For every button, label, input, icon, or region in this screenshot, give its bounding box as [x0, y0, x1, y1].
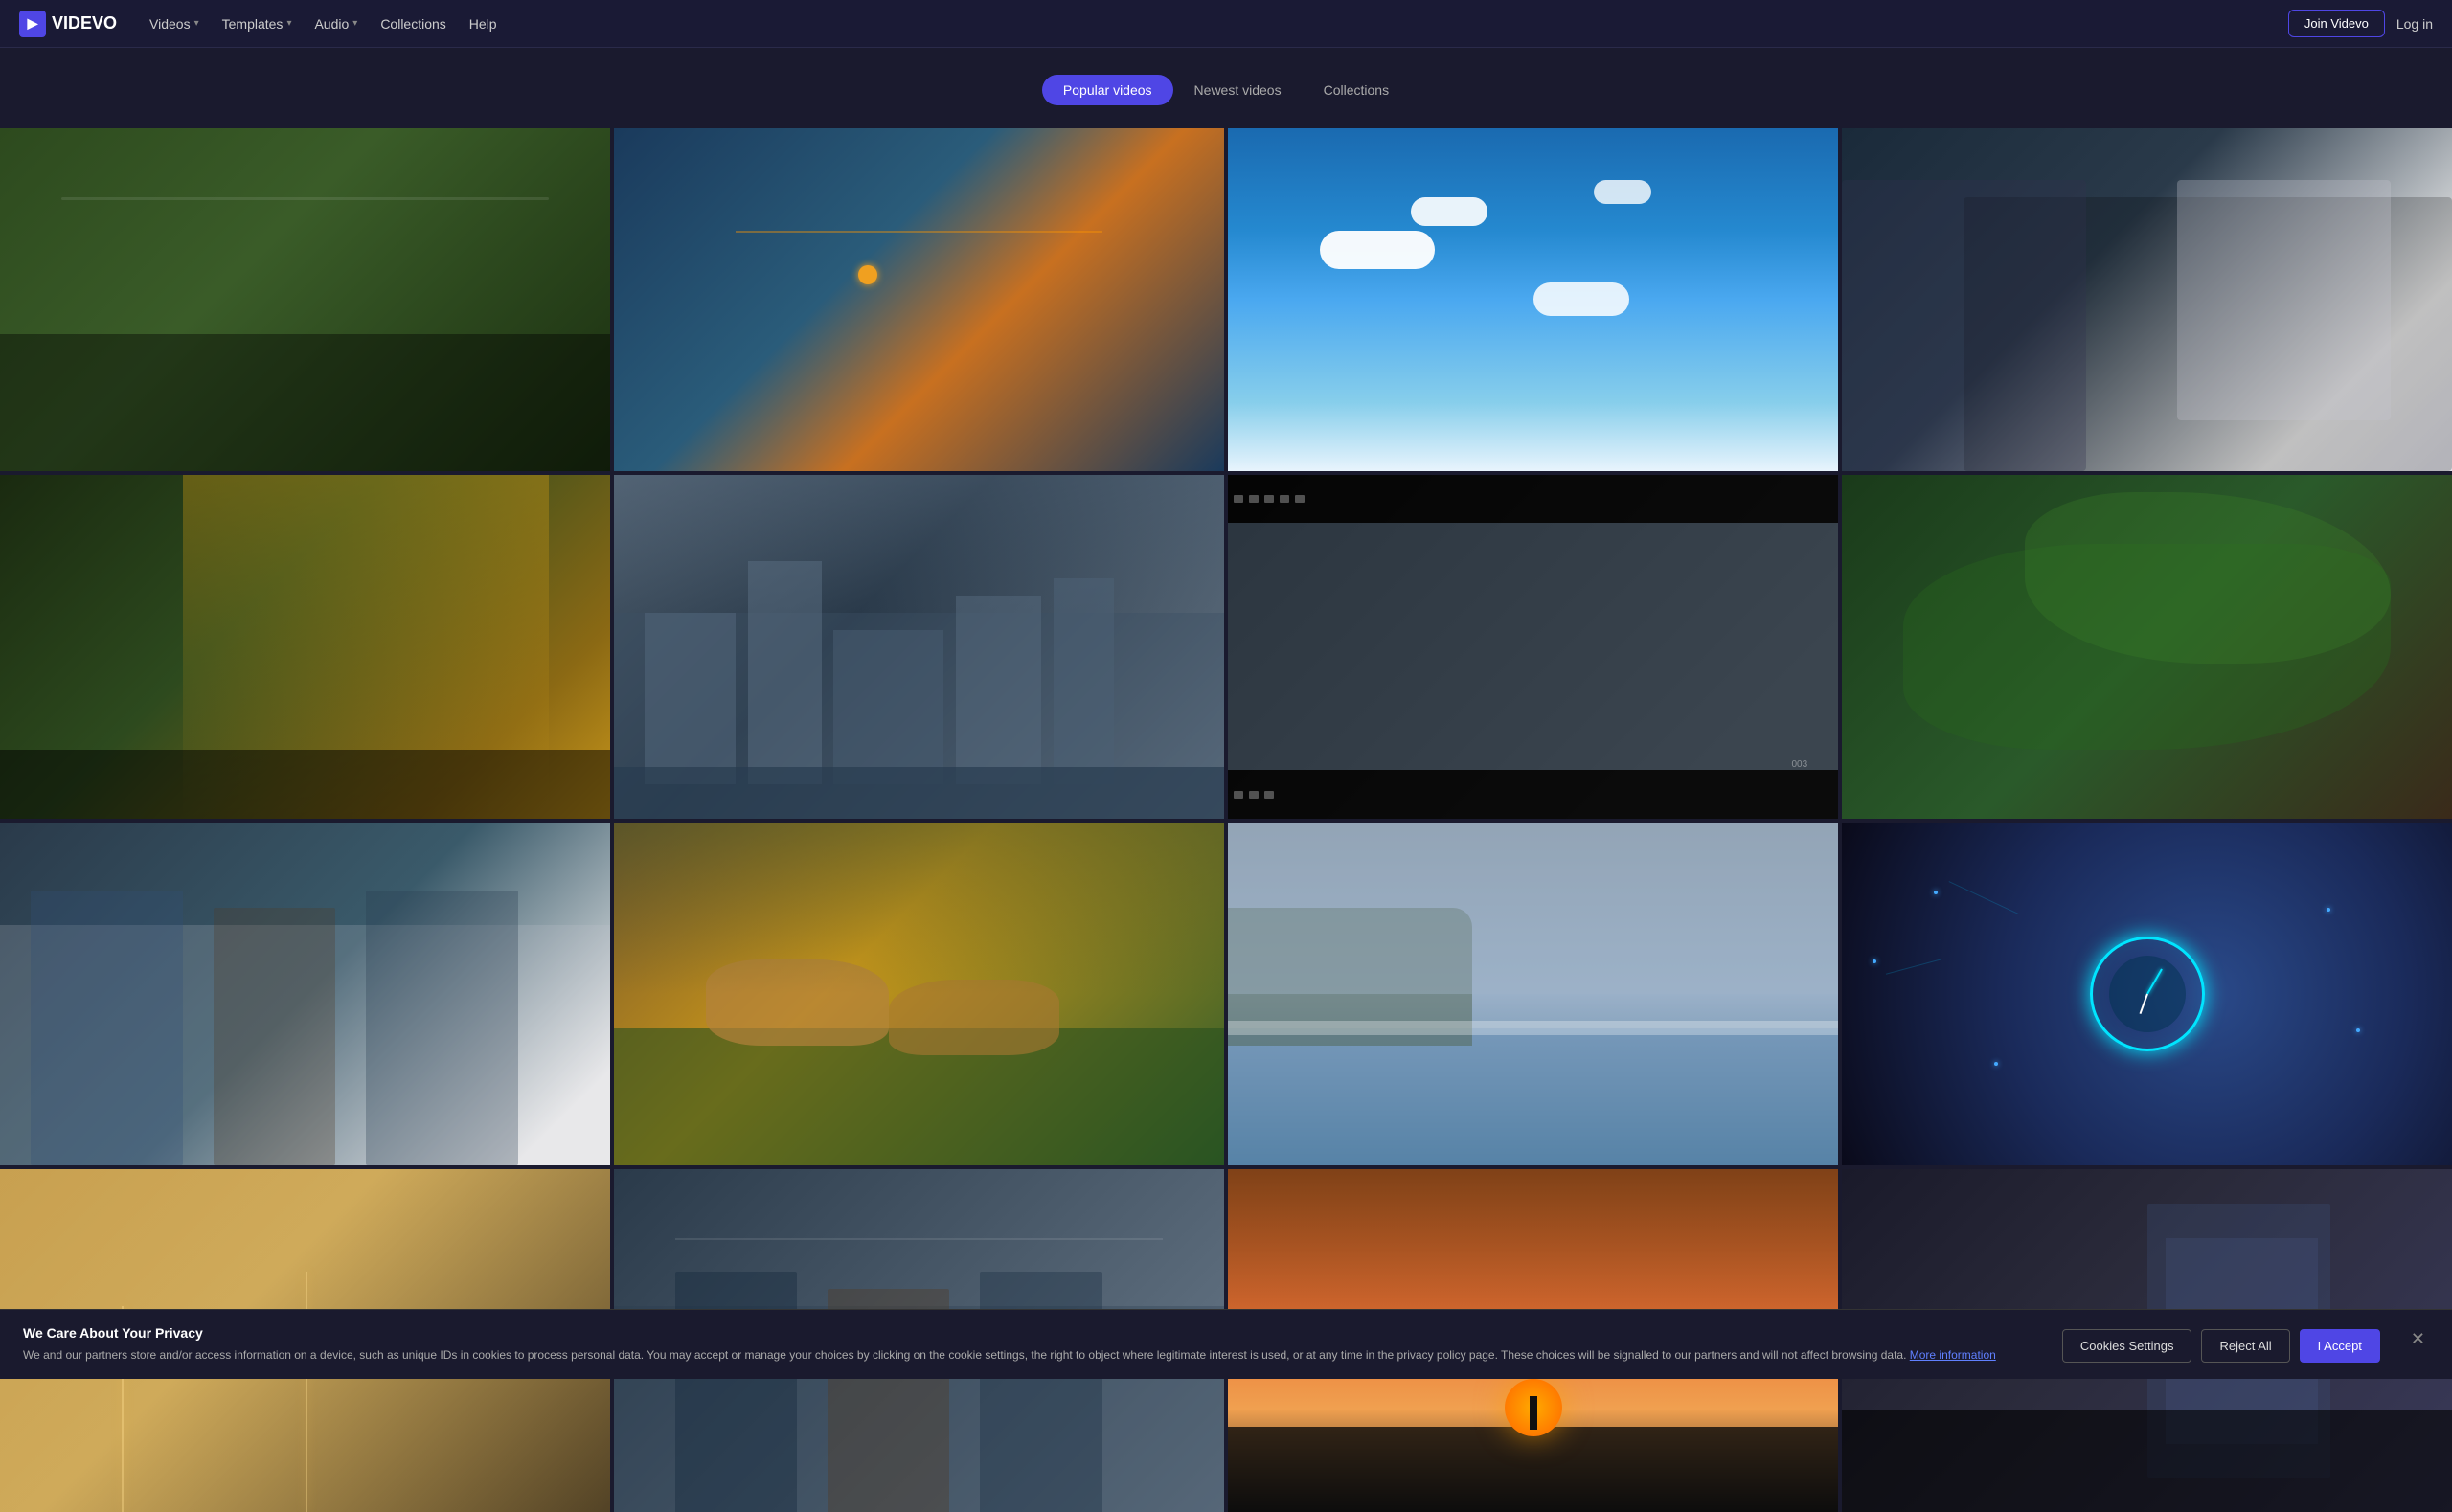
chevron-down-icon: ▾	[286, 18, 291, 29]
logo-text: VIDEVO	[52, 13, 117, 34]
main-content: Popular videos Newest videos Collections	[0, 48, 2452, 1512]
cookie-title: We Care About Your Privacy	[23, 1325, 2043, 1341]
nav-videos[interactable]: Videos ▾	[140, 11, 209, 37]
video-thumb[interactable]	[0, 823, 610, 1165]
video-thumb[interactable]	[0, 475, 610, 818]
tab-collections[interactable]: Collections	[1303, 75, 1410, 105]
video-thumb[interactable]	[0, 128, 610, 471]
logo[interactable]: ▶ VIDEVO	[19, 11, 117, 37]
video-thumb[interactable]	[614, 475, 1224, 818]
video-thumb[interactable]	[1228, 128, 1838, 471]
video-thumb[interactable]	[1842, 475, 2452, 818]
navbar: ▶ VIDEVO Videos ▾ Templates ▾ Audio ▾ Co…	[0, 0, 2452, 48]
video-thumb[interactable]: 003	[1228, 475, 1838, 818]
close-cookie-banner-button[interactable]: ✕	[2407, 1325, 2429, 1353]
cookie-text-area: We Care About Your Privacy We and our pa…	[23, 1325, 2043, 1364]
reject-all-button[interactable]: Reject All	[2201, 1329, 2289, 1363]
accept-all-button[interactable]: I Accept	[2300, 1329, 2380, 1363]
nav-collections[interactable]: Collections	[371, 11, 455, 37]
cookie-body: We and our partners store and/or access …	[23, 1346, 2043, 1364]
video-thumb[interactable]	[1842, 823, 2452, 1165]
cookies-settings-button[interactable]: Cookies Settings	[2062, 1329, 2192, 1363]
nav-links: Videos ▾ Templates ▾ Audio ▾ Collections…	[140, 11, 2265, 37]
cookie-banner: We Care About Your Privacy We and our pa…	[0, 1309, 2452, 1379]
nav-help[interactable]: Help	[460, 11, 507, 37]
video-thumb[interactable]	[614, 128, 1224, 471]
video-grid: 003	[0, 128, 2452, 1512]
chevron-down-icon: ▾	[352, 18, 357, 29]
cookie-more-info-link[interactable]: More information	[1910, 1348, 1996, 1362]
video-thumb[interactable]	[1842, 128, 2452, 471]
video-thumb[interactable]	[1228, 823, 1838, 1165]
cookie-actions: Cookies Settings Reject All I Accept	[2062, 1329, 2380, 1363]
chevron-down-icon: ▾	[194, 18, 199, 29]
tabs-row: Popular videos Newest videos Collections	[0, 67, 2452, 113]
nav-templates[interactable]: Templates ▾	[213, 11, 302, 37]
tab-popular-videos[interactable]: Popular videos	[1042, 75, 1173, 105]
nav-audio[interactable]: Audio ▾	[305, 11, 367, 37]
join-button[interactable]: Join Videvo	[2288, 10, 2385, 37]
logo-icon: ▶	[19, 11, 46, 37]
nav-right: Join Videvo Log in	[2288, 10, 2433, 37]
login-button[interactable]: Log in	[2396, 16, 2433, 32]
tab-newest-videos[interactable]: Newest videos	[1173, 75, 1303, 105]
video-thumb[interactable]	[614, 823, 1224, 1165]
